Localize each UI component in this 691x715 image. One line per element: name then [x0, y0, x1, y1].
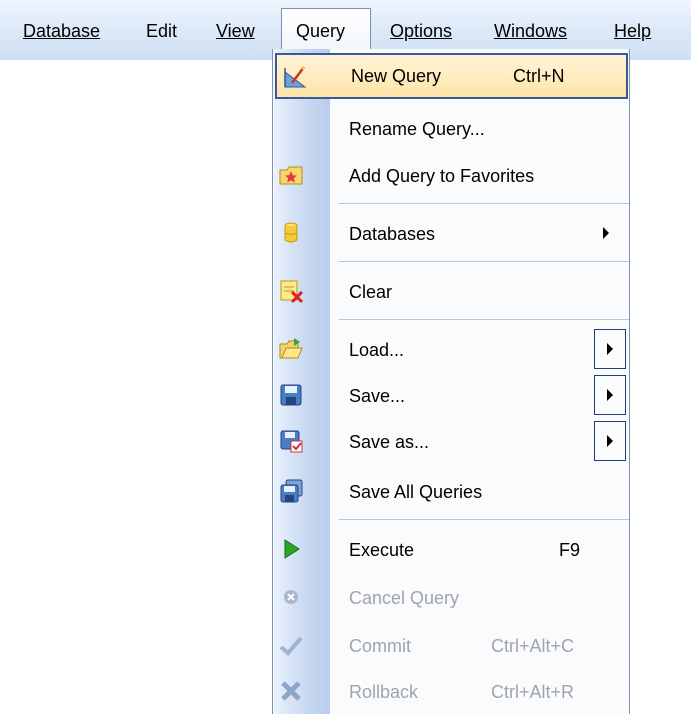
menu-item-label: Save as...	[349, 432, 430, 452]
submenu-button[interactable]	[594, 375, 626, 415]
submenu-arrow-icon	[603, 227, 609, 239]
menu-item-databases[interactable]: Databases	[273, 211, 629, 257]
menu-separator	[339, 519, 629, 521]
menu-item-shortcut: Ctrl+N	[513, 66, 565, 86]
menu-options-label: Options	[390, 21, 453, 41]
menu-view-label: View	[216, 21, 255, 41]
menu-item-commit[interactable]: Commit Ctrl+Alt+C	[273, 623, 629, 669]
menu-view[interactable]: View	[216, 18, 255, 44]
menu-item-label: Load...	[349, 340, 405, 360]
clear-icon	[278, 278, 304, 304]
menu-help[interactable]: Help	[614, 18, 651, 44]
menu-edit[interactable]: Edit	[146, 18, 177, 44]
menu-item-label: Databases	[349, 224, 436, 244]
menu-item-save[interactable]: Save...	[273, 373, 629, 419]
menu-item-save-as[interactable]: Save as...	[273, 419, 629, 465]
menu-item-label: Commit	[349, 636, 411, 656]
menu-item-label: Clear	[349, 282, 393, 302]
menu-item-save-all[interactable]: Save All Queries	[273, 469, 629, 515]
menu-item-new-query[interactable]: New Query Ctrl+N	[275, 53, 628, 99]
menu-help-label: Help	[614, 21, 652, 41]
menu-item-cancel-query[interactable]: Cancel Query	[273, 575, 629, 621]
menu-item-label: Execute	[349, 540, 415, 560]
menu-separator	[339, 261, 629, 263]
submenu-button[interactable]	[594, 421, 626, 461]
menu-database-label: Database	[23, 21, 101, 41]
submenu-arrow-icon	[607, 389, 613, 401]
menu-database[interactable]: Database	[23, 18, 100, 44]
menu-item-label: Cancel Query	[349, 588, 460, 608]
submenu-arrow-icon	[607, 435, 613, 447]
menu-windows[interactable]: Windows	[494, 18, 567, 44]
menu-windows-label: Windows	[494, 21, 568, 41]
menu-item-label: Save...	[349, 386, 406, 406]
save-as-icon	[278, 428, 304, 454]
menu-item-shortcut: Ctrl+Alt+R	[491, 682, 575, 702]
menu-item-label: Save All Queries	[349, 482, 483, 502]
execute-play-icon	[278, 536, 304, 562]
commit-check-icon	[278, 632, 304, 658]
new-query-icon	[282, 64, 308, 90]
menu-separator	[339, 203, 629, 205]
save-all-icon	[278, 478, 304, 504]
menu-item-load[interactable]: Load...	[273, 327, 629, 373]
menu-edit-label: Edit	[146, 21, 178, 41]
rollback-x-icon	[278, 678, 304, 704]
menu-item-clear[interactable]: Clear	[273, 269, 629, 315]
submenu-arrow-icon	[607, 343, 613, 355]
menu-item-add-to-favorites[interactable]: Add Query to Favorites	[273, 153, 629, 199]
menu-item-label: Rename Query...	[349, 119, 485, 139]
menu-item-rename-query[interactable]: Rename Query...	[273, 106, 629, 152]
submenu-button[interactable]	[594, 329, 626, 369]
menu-item-rollback[interactable]: Rollback Ctrl+Alt+R	[273, 669, 629, 715]
menu-separator	[339, 319, 629, 321]
load-folder-icon	[278, 336, 304, 362]
database-icon	[278, 220, 304, 246]
cancel-icon	[278, 584, 304, 610]
menu-item-shortcut: Ctrl+Alt+C	[491, 636, 575, 656]
menu-item-label: Add Query to Favorites	[349, 166, 535, 186]
menu-item-execute[interactable]: Execute F9	[273, 527, 629, 573]
menu-item-label: New Query	[351, 66, 442, 86]
menu-query-label: Query	[296, 21, 346, 41]
menu-item-label: Rollback	[349, 682, 419, 702]
menu-item-shortcut: F9	[559, 540, 581, 560]
menu-options[interactable]: Options	[390, 18, 452, 44]
query-dropdown-menu: New Query Ctrl+N Rename Query... Add Que…	[272, 49, 630, 714]
save-disk-icon	[278, 382, 304, 408]
favorites-star-icon	[278, 162, 304, 188]
